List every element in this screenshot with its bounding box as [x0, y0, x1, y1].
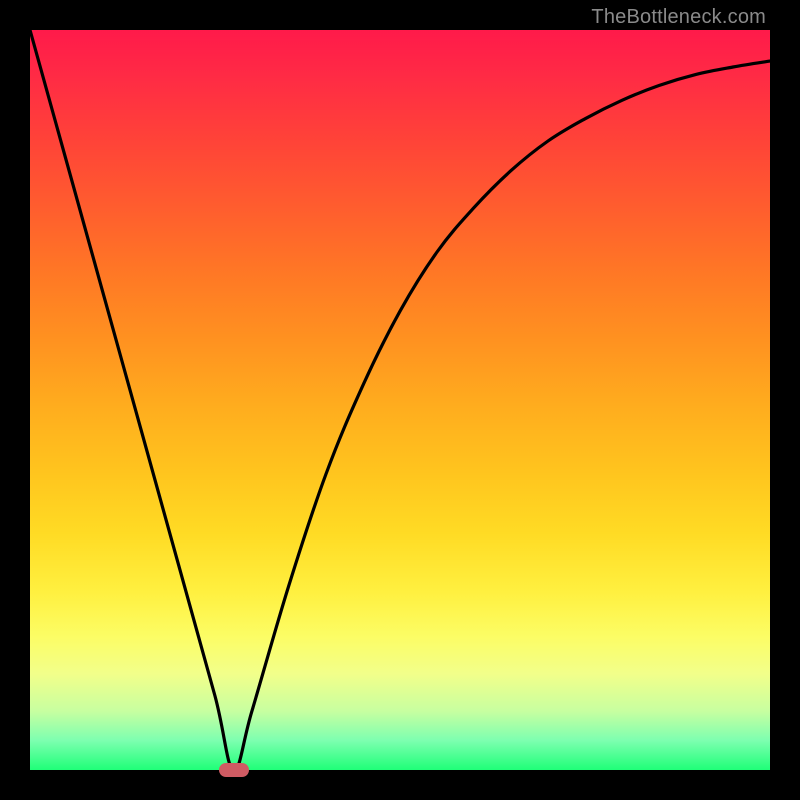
watermark-text: TheBottleneck.com	[591, 6, 766, 29]
minimum-marker	[219, 763, 249, 777]
plot-area	[30, 30, 770, 770]
curve-svg	[30, 30, 770, 770]
chart-container: TheBottleneck.com	[0, 0, 800, 800]
bottleneck-curve	[30, 30, 770, 770]
